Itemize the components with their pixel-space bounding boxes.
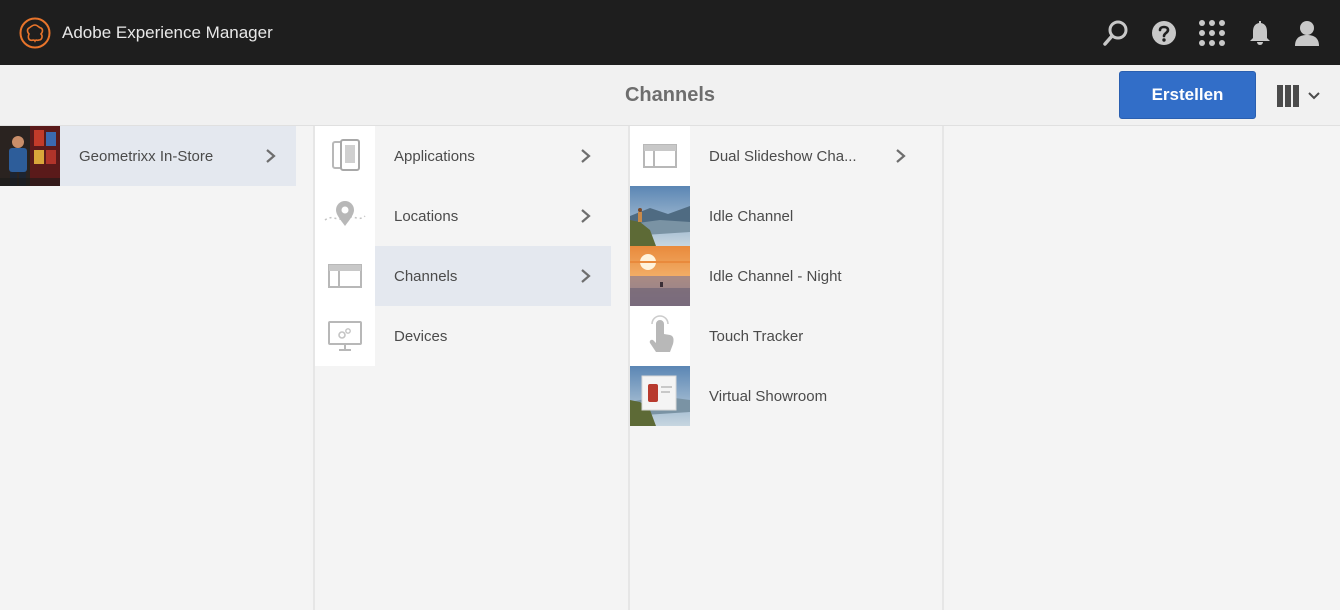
applications-icon (315, 126, 375, 186)
channel-layout-icon (315, 246, 375, 306)
chevron-right-icon (265, 148, 277, 164)
list-item-touch-tracker[interactable]: Touch Tracker (630, 306, 926, 366)
item-label: Applications (394, 148, 475, 165)
item-label: Channels (394, 268, 458, 285)
column-site: Applications Locations Channels Devices (315, 126, 628, 610)
search-icon[interactable] (1102, 19, 1130, 47)
store-photo-thumbnail (0, 126, 60, 186)
mountain-photo-thumbnail (630, 186, 690, 246)
help-icon[interactable] (1150, 19, 1178, 47)
item-label: Idle Channel (709, 208, 794, 225)
item-label: Geometrixx In-Store (79, 148, 214, 165)
chevron-right-icon (580, 268, 592, 284)
item-label: Touch Tracker (709, 328, 804, 345)
list-item-channels[interactable]: Channels (315, 246, 611, 306)
shell-header: Adobe Experience Manager (0, 0, 1340, 65)
column-view-icon[interactable] (1274, 83, 1326, 109)
location-pin-icon (315, 186, 375, 246)
app-title[interactable]: Adobe Experience Manager (62, 0, 273, 65)
device-monitor-icon (315, 306, 375, 366)
item-label: Locations (394, 208, 459, 225)
touch-hand-icon (630, 306, 690, 366)
list-item-geometrixx-in-store[interactable]: Geometrixx In-Store (0, 126, 296, 186)
column-preview-empty (944, 126, 1340, 610)
column-root: Geometrixx In-Store (0, 126, 313, 610)
item-label: Dual Slideshow Cha... (709, 148, 857, 165)
list-item-idle-channel-night[interactable]: Idle Channel - Night (630, 246, 926, 306)
chevron-right-icon (580, 208, 592, 224)
action-bar: Channels Erstellen (0, 65, 1340, 126)
user-profile-icon[interactable] (1293, 19, 1321, 47)
aem-logo-icon[interactable] (19, 17, 51, 49)
list-item-virtual-showroom[interactable]: Virtual Showroom (630, 366, 926, 426)
item-label: Virtual Showroom (709, 388, 828, 405)
list-item-devices[interactable]: Devices (315, 306, 611, 366)
showroom-photo-thumbnail (630, 366, 690, 426)
create-button[interactable]: Erstellen (1119, 71, 1256, 119)
channel-layout-icon (630, 126, 690, 186)
list-item-idle-channel[interactable]: Idle Channel (630, 186, 926, 246)
chevron-right-icon (895, 148, 907, 164)
apps-grid-icon[interactable] (1198, 19, 1226, 47)
column-channels: Dual Slideshow Cha... Idle Channel Idle … (630, 126, 943, 610)
list-item-dual-slideshow-channel[interactable]: Dual Slideshow Cha... (630, 126, 926, 186)
item-label: Devices (394, 328, 448, 345)
list-item-locations[interactable]: Locations (315, 186, 611, 246)
item-label: Idle Channel - Night (709, 268, 842, 285)
notifications-bell-icon[interactable] (1246, 19, 1274, 47)
sunset-photo-thumbnail (630, 246, 690, 306)
list-item-applications[interactable]: Applications (315, 126, 611, 186)
chevron-right-icon (580, 148, 592, 164)
